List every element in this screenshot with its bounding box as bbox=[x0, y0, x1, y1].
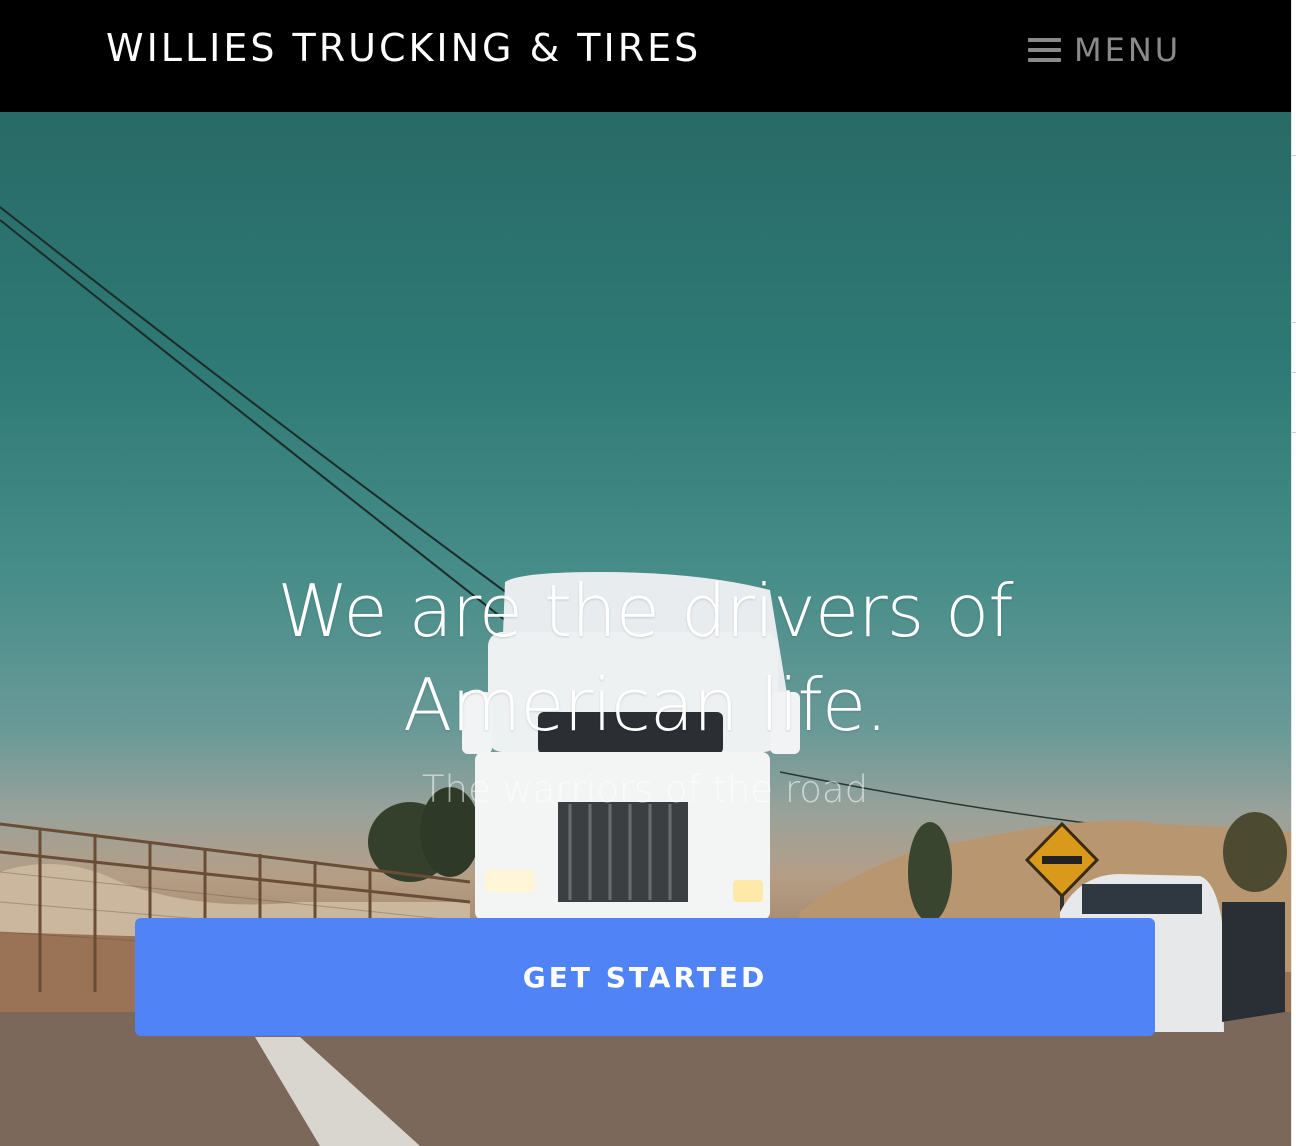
menu-label: MENU bbox=[1074, 31, 1182, 69]
hero-headline-line1: We are the drivers of bbox=[277, 569, 1013, 653]
top-navbar: WILLIES TRUCKING & TIRES MENU bbox=[0, 0, 1291, 112]
page: WILLIES TRUCKING & TIRES MENU We are the… bbox=[0, 0, 1291, 1146]
hero-section: We are the drivers of American life. The… bbox=[0, 112, 1291, 1146]
menu-button[interactable]: MENU bbox=[1028, 30, 1181, 70]
hero-headline-line2: American life. bbox=[402, 663, 888, 747]
brand-logo-link[interactable]: WILLIES TRUCKING & TIRES bbox=[106, 26, 701, 70]
hero-subheadline: The warriors of the road bbox=[421, 768, 869, 811]
hero-headline: We are the drivers of American life. bbox=[200, 564, 1090, 752]
hamburger-icon bbox=[1028, 36, 1061, 64]
get-started-button[interactable]: GET STARTED bbox=[135, 918, 1155, 1036]
adjacent-window-edge bbox=[1291, 0, 1296, 1146]
